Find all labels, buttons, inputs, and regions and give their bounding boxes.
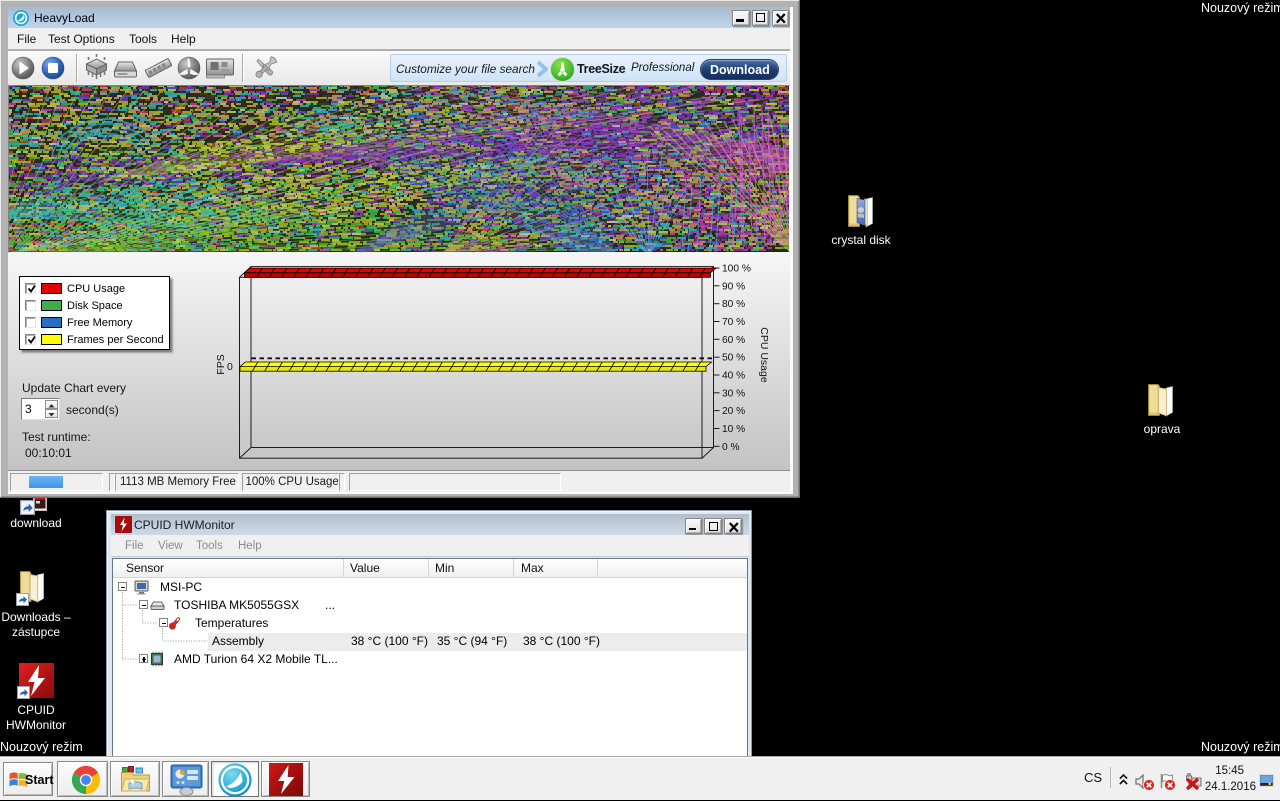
svg-text:40 %: 40 % bbox=[722, 371, 745, 382]
svg-text:10 %: 10 % bbox=[722, 424, 745, 435]
svg-text:50 %: 50 % bbox=[722, 353, 745, 364]
svg-text:FPS: FPS bbox=[215, 354, 227, 374]
svg-text:80 %: 80 % bbox=[722, 299, 745, 310]
svg-text:100 %: 100 % bbox=[722, 264, 751, 275]
svg-text:20 %: 20 % bbox=[722, 406, 745, 417]
svg-text:0: 0 bbox=[227, 361, 233, 373]
svg-text:30 %: 30 % bbox=[722, 388, 745, 399]
svg-text:60 %: 60 % bbox=[722, 335, 745, 346]
svg-text:CPU Usage: CPU Usage bbox=[758, 327, 770, 383]
svg-text:0 %: 0 % bbox=[722, 442, 740, 453]
svg-text:70 %: 70 % bbox=[722, 317, 745, 328]
svg-text:90 %: 90 % bbox=[722, 281, 745, 292]
